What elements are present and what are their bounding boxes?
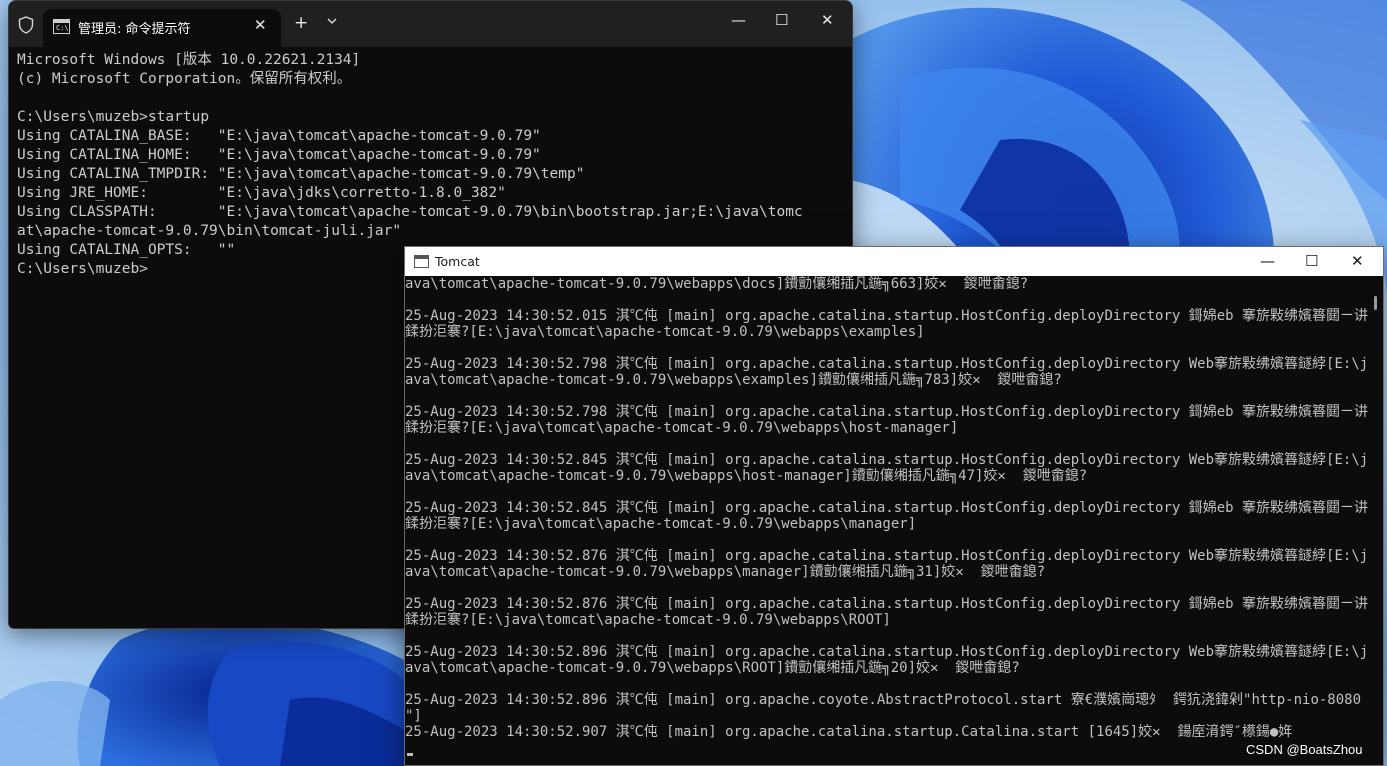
console-line: Using JRE_HOME: "E:\java\jdks\corretto-1… bbox=[17, 185, 506, 201]
tab-command-prompt[interactable]: C:\ 管理员: 命令提示符 ✕ bbox=[43, 9, 281, 47]
console-line: 25-Aug-2023 14:30:52.845 淇℃伅 [main] org.… bbox=[405, 500, 1369, 516]
console-line: ava\tomcat\apache-tomcat-9.0.79\webapps\… bbox=[405, 468, 1088, 484]
console-line: C:\Users\muzeb>startup bbox=[17, 109, 210, 125]
console-line: ava\tomcat\apache-tomcat-9.0.79\webapps\… bbox=[405, 564, 1046, 580]
close-button[interactable]: ✕ bbox=[821, 11, 834, 29]
new-tab-button[interactable]: + bbox=[294, 13, 308, 33]
minimize-button[interactable]: — bbox=[731, 11, 746, 29]
tomcat-window[interactable]: Tomcat — ☐ ✕ ava\tomcat\apache-tomcat-9.… bbox=[404, 246, 1384, 766]
chevron-down-icon[interactable] bbox=[327, 16, 337, 26]
cmd-console-output[interactable]: Microsoft Windows [版本 10.0.22621.2134] (c… bbox=[17, 51, 847, 279]
console-line: 25-Aug-2023 14:30:52.845 淇℃伅 [main] org.… bbox=[405, 452, 1369, 468]
shield-icon bbox=[18, 16, 34, 34]
console-line: 25-Aug-2023 14:30:52.896 淇℃伅 [main] org.… bbox=[405, 692, 1362, 708]
console-line: Microsoft Windows [版本 10.0.22621.2134] bbox=[17, 52, 361, 68]
cmd-tab-bar[interactable]: C:\ 管理员: 命令提示符 ✕ + — ☐ ✕ bbox=[9, 1, 852, 47]
console-line: Using CLASSPATH: "E:\java\tomcat\apache-… bbox=[17, 204, 803, 220]
console-window-icon bbox=[414, 255, 429, 268]
window-title: Tomcat bbox=[435, 254, 480, 269]
text-cursor bbox=[407, 753, 413, 756]
console-line: 25-Aug-2023 14:30:52.798 淇℃伅 [main] org.… bbox=[405, 356, 1369, 372]
tab-close-icon[interactable]: ✕ bbox=[254, 16, 267, 34]
minimize-button[interactable]: — bbox=[1260, 252, 1275, 270]
console-line: 鍒扮洰褰?[E:\java\tomcat\apache-tomcat-9.0.7… bbox=[405, 420, 959, 436]
console-line: 鍒扮洰褰?[E:\java\tomcat\apache-tomcat-9.0.7… bbox=[405, 324, 925, 340]
console-line: ava\tomcat\apache-tomcat-9.0.79\webapps\… bbox=[405, 372, 1062, 388]
tomcat-title-bar[interactable]: Tomcat — ☐ ✕ bbox=[405, 247, 1383, 276]
close-button[interactable]: ✕ bbox=[1351, 252, 1364, 270]
maximize-button[interactable]: ☐ bbox=[1305, 252, 1318, 270]
console-line: 25-Aug-2023 14:30:52.896 淇℃伅 [main] org.… bbox=[405, 644, 1369, 660]
console-line: 25-Aug-2023 14:30:52.015 淇℃伅 [main] org.… bbox=[405, 308, 1369, 324]
watermark: CSDN @BoatsZhou bbox=[1246, 742, 1363, 757]
scrollbar-thumb[interactable] bbox=[1374, 296, 1377, 310]
console-line: Using CATALINA_BASE: "E:\java\tomcat\apa… bbox=[17, 128, 541, 144]
console-line: ava\tomcat\apache-tomcat-9.0.79\webapps\… bbox=[405, 660, 1020, 676]
console-line: Using CATALINA_TMPDIR: "E:\java\tomcat\a… bbox=[17, 166, 585, 182]
console-line: 25-Aug-2023 14:30:52.798 淇℃伅 [main] org.… bbox=[405, 404, 1369, 420]
console-line: 鍒扮洰褰?[E:\java\tomcat\apache-tomcat-9.0.7… bbox=[405, 612, 891, 628]
console-line: ava\tomcat\apache-tomcat-9.0.79\webapps\… bbox=[405, 276, 1029, 292]
console-line: 鍒扮洰褰?[E:\java\tomcat\apache-tomcat-9.0.7… bbox=[405, 516, 917, 532]
tab-title: 管理员: 命令提示符 bbox=[78, 22, 191, 37]
console-line: Using CATALINA_HOME: "E:\java\tomcat\apa… bbox=[17, 147, 541, 163]
console-line: at\apache-tomcat-9.0.79\bin\tomcat-juli.… bbox=[17, 223, 402, 239]
tomcat-console-output[interactable]: ava\tomcat\apache-tomcat-9.0.79\webapps\… bbox=[405, 276, 1369, 765]
maximize-button[interactable]: ☐ bbox=[775, 11, 788, 29]
console-line: "] bbox=[405, 708, 422, 724]
terminal-icon: C:\ bbox=[53, 19, 70, 34]
console-line: 25-Aug-2023 14:30:52.907 淇℃伅 [main] org.… bbox=[405, 724, 1293, 740]
console-line: 25-Aug-2023 14:30:52.876 淇℃伅 [main] org.… bbox=[405, 596, 1369, 612]
console-line: (c) Microsoft Corporation。保留所有权利。 bbox=[17, 71, 352, 87]
console-line: 25-Aug-2023 14:30:52.876 淇℃伅 [main] org.… bbox=[405, 548, 1369, 564]
vertical-scrollbar[interactable] bbox=[1369, 276, 1383, 765]
